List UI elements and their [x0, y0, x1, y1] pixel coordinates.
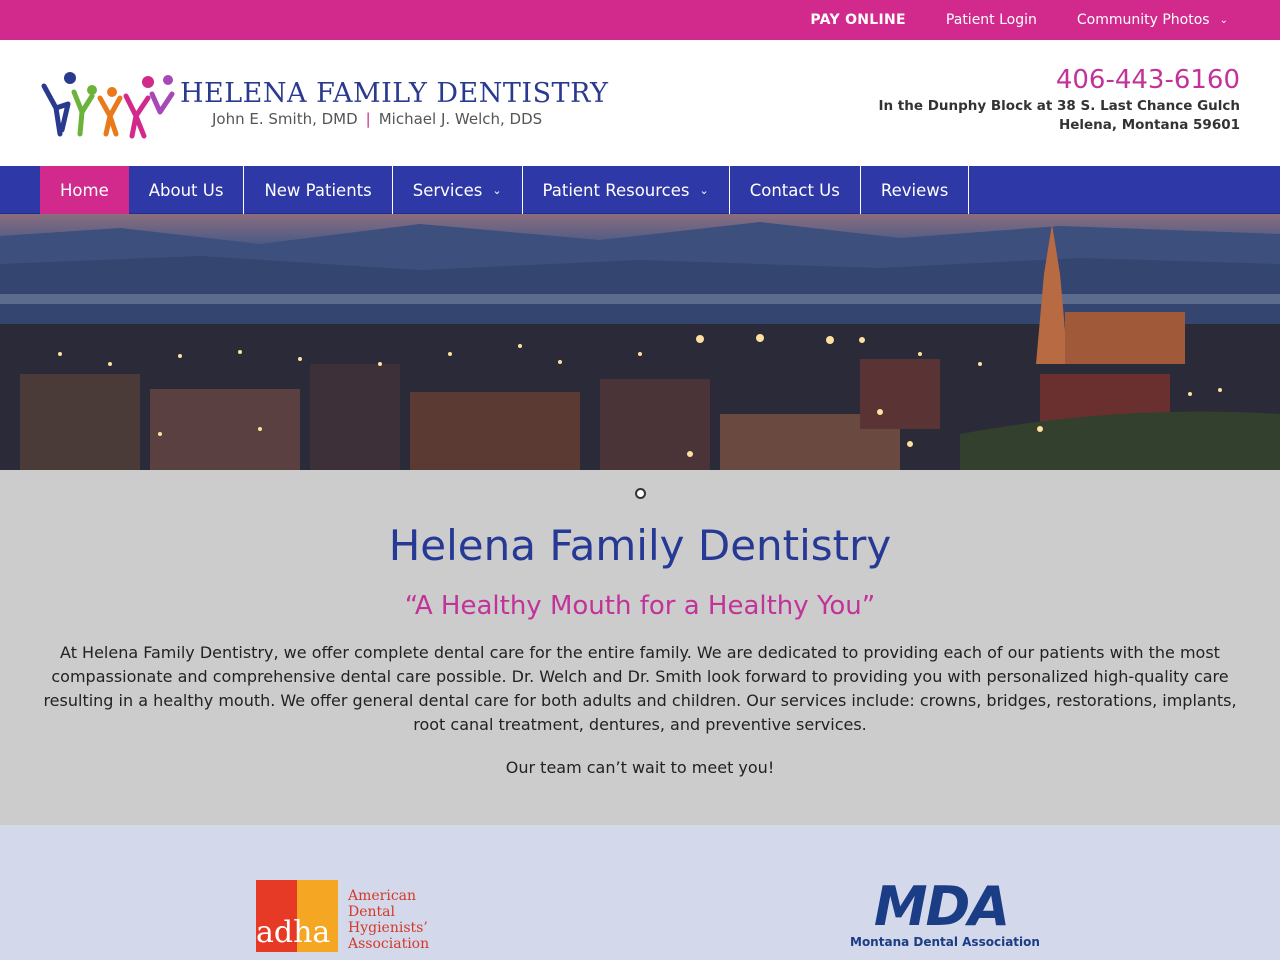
chevron-down-icon: ⌄	[700, 184, 709, 197]
community-photos-link[interactable]: Community Photos ⌄	[1077, 12, 1228, 28]
intro-title: Helena Family Dentistry	[0, 523, 1280, 569]
nav-item-home[interactable]: Home	[40, 166, 129, 214]
city-night-scene	[0, 214, 1280, 470]
site-header: HELENA FAMILY DENTISTRY John E. Smith, D…	[0, 40, 1280, 166]
adha-mark-text: adha	[256, 915, 330, 950]
intro-section: Helena Family Dentistry “A Healthy Mouth…	[0, 470, 1280, 825]
nav-item-patient-resources[interactable]: Patient Resources ⌄	[523, 166, 730, 214]
nav-item-reviews[interactable]: Reviews	[861, 166, 969, 214]
intro-tagline: “A Healthy Mouth for a Healthy You”	[0, 591, 1280, 621]
affiliations-section: adha American Dental Hygienists’ Associa…	[0, 825, 1280, 960]
adha-name: American Dental Hygienists’ Association	[348, 888, 429, 952]
site-logo[interactable]: HELENA FAMILY DENTISTRY John E. Smith, D…	[40, 68, 585, 140]
mda-name: Montana Dental Association	[850, 935, 1032, 949]
adha-mark: adha	[256, 880, 338, 952]
header-contact: 406-443-6160 In the Dunphy Block at 38 S…	[878, 66, 1240, 135]
logo-separator: |	[366, 110, 371, 128]
logo-doctor-2: Michael J. Welch, DDS	[379, 110, 542, 128]
nav-item-label: Patient Resources	[543, 181, 690, 200]
phone-number[interactable]: 406-443-6160	[878, 66, 1240, 95]
nav-item-label: Home	[60, 181, 109, 200]
nav-item-new-patients[interactable]: New Patients	[244, 166, 392, 214]
pay-online-link[interactable]: PAY ONLINE	[810, 12, 906, 28]
adha-line: Dental	[348, 904, 429, 920]
address-line-1: In the Dunphy Block at 38 S. Last Chance…	[878, 97, 1240, 116]
intro-body: At Helena Family Dentistry, we offer com…	[0, 641, 1280, 737]
logo-doctor-1: John E. Smith, DMD	[212, 110, 358, 128]
nav-item-contact-us[interactable]: Contact Us	[730, 166, 861, 214]
mda-mark: MDA	[850, 881, 1032, 933]
adha-line: American	[348, 888, 429, 904]
nav-item-label: About Us	[149, 181, 224, 200]
adha-line: Association	[348, 936, 429, 952]
adha-logo[interactable]: adha American Dental Hygienists’ Associa…	[256, 880, 429, 952]
adha-line: Hygienists’	[348, 920, 429, 936]
nav-item-label: Contact Us	[750, 181, 840, 200]
family-figures-icon	[40, 68, 180, 140]
slider-dot-icon[interactable]	[635, 488, 646, 499]
address-line-2: Helena, Montana 59601	[878, 116, 1240, 135]
chevron-down-icon: ⌄	[492, 184, 501, 197]
logo-title: HELENA FAMILY DENTISTRY	[180, 78, 608, 109]
top-utility-bar: PAY ONLINE Patient Login Community Photo…	[0, 0, 1280, 40]
patient-login-link[interactable]: Patient Login	[946, 12, 1037, 28]
intro-closing: Our team can’t wait to meet you!	[0, 756, 1280, 780]
mda-logo[interactable]: MDA Montana Dental Association	[850, 881, 1032, 949]
nav-item-about-us[interactable]: About Us	[129, 166, 245, 214]
main-nav: Home About Us New Patients Services ⌄ Pat…	[0, 166, 1280, 214]
nav-item-label: Reviews	[881, 181, 948, 200]
hero-slider-image	[0, 214, 1280, 470]
nav-item-label: Services	[413, 181, 483, 200]
community-photos-label: Community Photos	[1077, 12, 1210, 28]
chevron-down-icon: ⌄	[1220, 15, 1228, 26]
nav-item-services[interactable]: Services ⌄	[393, 166, 523, 214]
logo-doctors: John E. Smith, DMD | Michael J. Welch, DDS	[212, 110, 542, 128]
nav-item-label: New Patients	[264, 181, 371, 200]
